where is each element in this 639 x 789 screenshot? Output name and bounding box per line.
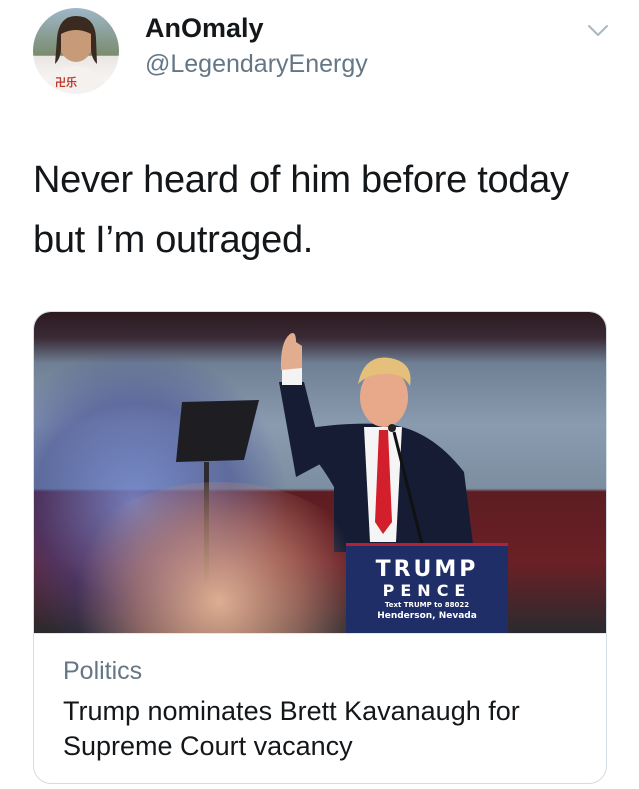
link-preview-card[interactable]: TRUMP PENCE Text TRUMP to 88022 Henderso… xyxy=(33,311,607,784)
tweet-text-line-1: Never heard of him before today xyxy=(33,159,569,201)
card-title[interactable]: Trump nominates Brett Kavanaugh for Supr… xyxy=(63,694,583,764)
tweet-text: Never heard of him before today but I’m … xyxy=(33,150,623,270)
sign-line-2: PENCE xyxy=(382,581,472,600)
avatar[interactable]: 卍乐 xyxy=(33,8,119,94)
card-category: Politics xyxy=(63,657,143,685)
sign-line-3: Text TRUMP to 88022 xyxy=(384,601,470,609)
svg-text:卍乐: 卍乐 xyxy=(55,75,77,89)
sign-line-1: TRUMP xyxy=(375,557,479,582)
avatar-photo: 卍乐 xyxy=(43,16,109,94)
user-handle[interactable]: @LegendaryEnergy xyxy=(145,49,368,79)
sign-line-4: Henderson, Nevada xyxy=(377,611,477,621)
tweet-text-line-2: but I’m outraged. xyxy=(33,219,314,261)
display-name[interactable]: AnOmaly xyxy=(145,12,264,44)
chevron-down-icon[interactable] xyxy=(587,24,609,38)
card-image[interactable]: TRUMP PENCE Text TRUMP to 88022 Henderso… xyxy=(34,312,606,633)
podium-sign: TRUMP PENCE Text TRUMP to 88022 Henderso… xyxy=(346,543,508,633)
